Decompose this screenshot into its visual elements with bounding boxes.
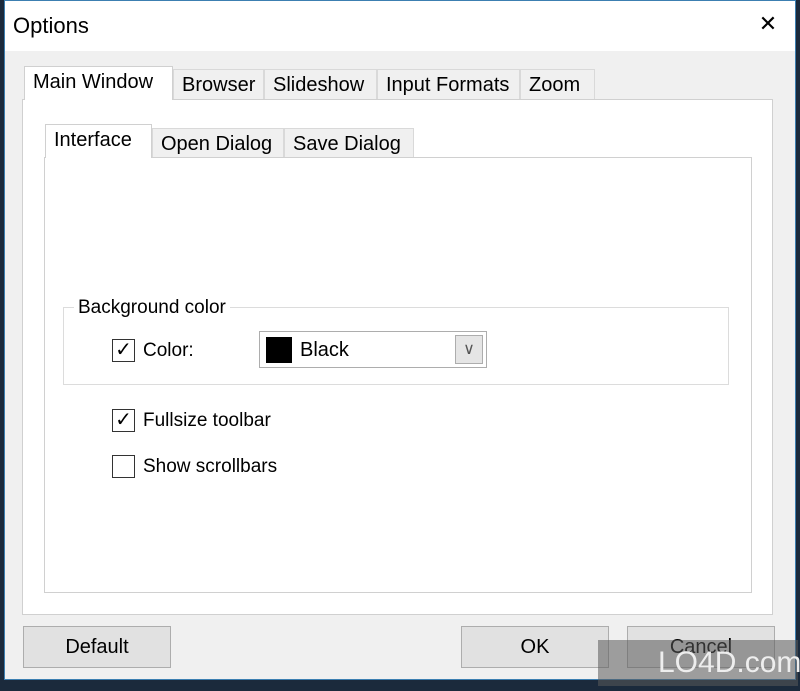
tab-main-window[interactable]: Main Window <box>24 66 173 100</box>
default-button[interactable]: Default <box>23 626 171 668</box>
watermark-logo: LO4D.com <box>598 640 800 686</box>
chevron-down-icon[interactable]: ∨ <box>455 335 483 364</box>
fullsize-toolbar-label: Fullsize toolbar <box>143 410 271 431</box>
tab-browser[interactable]: Browser <box>173 69 264 99</box>
window-title: Options <box>13 13 89 38</box>
close-icon[interactable]: ✕ <box>753 9 783 39</box>
background-color-label: Background color <box>74 297 230 319</box>
color-swatch <box>266 337 292 363</box>
tab-zoom[interactable]: Zoom <box>520 69 595 99</box>
color-checkbox[interactable]: ✓ <box>112 339 135 362</box>
show-scrollbars-label: Show scrollbars <box>143 456 278 477</box>
tab-save-dialog[interactable]: Save Dialog <box>284 128 414 158</box>
color-label: Color: <box>143 340 194 361</box>
color-dropdown-value: Black <box>300 339 349 361</box>
color-dropdown[interactable]: Black ∨ <box>259 331 487 368</box>
tab-interface[interactable]: Interface <box>45 124 152 158</box>
tab-open-dialog[interactable]: Open Dialog <box>152 128 284 158</box>
fullsize-toolbar-checkbox[interactable]: ✓ <box>112 409 135 432</box>
ok-button[interactable]: OK <box>461 626 609 668</box>
title-bar: Options ✕ <box>5 1 795 51</box>
tab-slideshow[interactable]: Slideshow <box>264 69 377 99</box>
tab-input-formats[interactable]: Input Formats <box>377 69 520 99</box>
show-scrollbars-checkbox[interactable] <box>112 455 135 478</box>
